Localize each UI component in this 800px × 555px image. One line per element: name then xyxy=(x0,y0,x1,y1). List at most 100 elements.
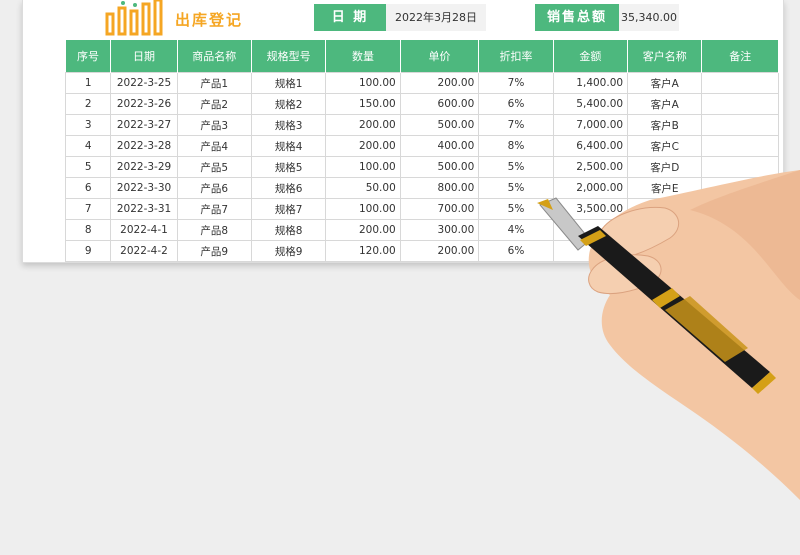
cell-seq[interactable]: 7 xyxy=(64,198,112,220)
cell-price[interactable]: 300.00 xyxy=(399,219,480,241)
cell-product[interactable]: 产品4 xyxy=(176,135,252,157)
cell-customer[interactable]: 客户C xyxy=(627,135,703,157)
cell-seq[interactable]: 3 xyxy=(64,114,112,136)
cell-note[interactable] xyxy=(701,156,779,178)
cell-amount[interactable]: 2,500.00 xyxy=(552,156,629,178)
col-header[interactable]: 数量 xyxy=(325,40,401,73)
col-header[interactable]: 金额 xyxy=(553,40,629,73)
cell-amount[interactable]: 2,000.00 xyxy=(552,177,629,199)
cell-seq[interactable]: 1 xyxy=(64,72,112,94)
cell-spec[interactable]: 规格5 xyxy=(250,156,327,178)
cell-date[interactable]: 2022-3-25 xyxy=(110,72,178,94)
cell-note[interactable] xyxy=(701,177,779,199)
cell-spec[interactable]: 规格4 xyxy=(250,135,327,157)
cell-product[interactable]: 产品6 xyxy=(176,177,252,199)
cell-customer[interactable] xyxy=(627,219,703,241)
cell-spec[interactable]: 规格3 xyxy=(250,114,327,136)
cell-seq[interactable]: 2 xyxy=(64,93,112,115)
cell-price[interactable]: 500.00 xyxy=(399,156,480,178)
cell-spec[interactable]: 规格6 xyxy=(250,177,327,199)
cell-note[interactable] xyxy=(701,93,779,115)
cell-amount[interactable]: 7,000.00 xyxy=(552,114,629,136)
cell-product[interactable]: 产品5 xyxy=(176,156,252,178)
cell-customer[interactable]: 客户D xyxy=(627,156,703,178)
cell-seq[interactable]: 4 xyxy=(64,135,112,157)
cell-spec[interactable]: 规格9 xyxy=(250,240,327,262)
cell-qty[interactable]: 120.00 xyxy=(325,240,401,262)
cell-discount[interactable]: 8% xyxy=(478,135,554,157)
cell-spec[interactable]: 规格1 xyxy=(250,72,327,94)
cell-date[interactable]: 2022-3-26 xyxy=(110,93,178,115)
col-header[interactable]: 日期 xyxy=(110,40,178,73)
cell-discount[interactable]: 4% xyxy=(478,219,554,241)
cell-customer[interactable]: 客户B xyxy=(627,114,703,136)
cell-discount[interactable]: 5% xyxy=(478,177,554,199)
cell-discount[interactable]: 6% xyxy=(478,240,554,262)
total-value[interactable]: 35,340.00 xyxy=(619,4,679,31)
cell-date[interactable]: 2022-4-2 xyxy=(110,240,178,262)
cell-price[interactable]: 500.00 xyxy=(399,114,480,136)
cell-amount[interactable]: 3,500.00 xyxy=(552,198,629,220)
cell-price[interactable]: 200.00 xyxy=(399,72,480,94)
col-header[interactable]: 商品名称 xyxy=(177,40,252,73)
cell-spec[interactable]: 规格2 xyxy=(250,93,327,115)
col-header[interactable]: 备注 xyxy=(701,40,779,73)
cell-date[interactable]: 2022-3-31 xyxy=(110,198,178,220)
cell-qty[interactable]: 200.00 xyxy=(325,219,401,241)
cell-product[interactable]: 产品9 xyxy=(176,240,252,262)
cell-seq[interactable]: 6 xyxy=(64,177,112,199)
cell-price[interactable]: 200.00 xyxy=(399,240,480,262)
cell-qty[interactable]: 100.00 xyxy=(325,72,401,94)
cell-amount[interactable] xyxy=(552,219,629,241)
cell-qty[interactable]: 100.00 xyxy=(325,156,401,178)
cell-qty[interactable]: 200.00 xyxy=(325,114,401,136)
cell-price[interactable]: 400.00 xyxy=(399,135,480,157)
cell-price[interactable]: 700.00 xyxy=(399,198,480,220)
col-header[interactable]: 客户名称 xyxy=(627,40,703,73)
cell-price[interactable]: 800.00 xyxy=(399,177,480,199)
cell-qty[interactable]: 200.00 xyxy=(325,135,401,157)
cell-customer[interactable]: 客户 xyxy=(627,198,703,220)
cell-seq[interactable]: 8 xyxy=(64,219,112,241)
cell-product[interactable]: 产品1 xyxy=(176,72,252,94)
cell-note[interactable] xyxy=(701,240,779,262)
cell-spec[interactable]: 规格8 xyxy=(250,219,327,241)
cell-date[interactable]: 2022-3-27 xyxy=(110,114,178,136)
cell-date[interactable]: 2022-4-1 xyxy=(110,219,178,241)
cell-discount[interactable]: 7% xyxy=(478,72,554,94)
cell-qty[interactable]: 150.00 xyxy=(325,93,401,115)
cell-discount[interactable]: 5% xyxy=(478,156,554,178)
col-header[interactable]: 规格型号 xyxy=(251,40,327,73)
cell-product[interactable]: 产品7 xyxy=(176,198,252,220)
cell-note[interactable] xyxy=(701,72,779,94)
cell-note[interactable] xyxy=(701,135,779,157)
col-header[interactable]: 单价 xyxy=(400,40,480,73)
cell-customer[interactable]: 客户A xyxy=(627,72,703,94)
col-header[interactable]: 折扣率 xyxy=(478,40,554,73)
cell-customer[interactable]: 客户A xyxy=(627,93,703,115)
cell-discount[interactable]: 6% xyxy=(478,93,554,115)
cell-amount[interactable]: 5,400.00 xyxy=(552,93,629,115)
cell-product[interactable]: 产品8 xyxy=(176,219,252,241)
cell-price[interactable]: 600.00 xyxy=(399,93,480,115)
cell-note[interactable] xyxy=(701,219,779,241)
cell-note[interactable] xyxy=(701,198,779,220)
date-value[interactable]: 2022年3月28日 xyxy=(386,4,486,31)
cell-product[interactable]: 产品2 xyxy=(176,93,252,115)
col-header[interactable]: 序号 xyxy=(65,40,112,73)
cell-amount[interactable]: 6,400.00 xyxy=(552,135,629,157)
cell-product[interactable]: 产品3 xyxy=(176,114,252,136)
cell-customer[interactable] xyxy=(627,240,703,262)
cell-date[interactable]: 2022-3-30 xyxy=(110,177,178,199)
cell-discount[interactable]: 7% xyxy=(478,114,554,136)
cell-date[interactable]: 2022-3-28 xyxy=(110,135,178,157)
cell-discount[interactable]: 5% xyxy=(478,198,554,220)
cell-seq[interactable]: 9 xyxy=(64,240,112,262)
cell-qty[interactable]: 100.00 xyxy=(325,198,401,220)
cell-seq[interactable]: 5 xyxy=(64,156,112,178)
cell-amount[interactable]: 1,44 xyxy=(552,240,629,262)
cell-customer[interactable]: 客户E xyxy=(627,177,703,199)
cell-spec[interactable]: 规格7 xyxy=(250,198,327,220)
cell-amount[interactable]: 1,400.00 xyxy=(552,72,629,94)
cell-note[interactable] xyxy=(701,114,779,136)
